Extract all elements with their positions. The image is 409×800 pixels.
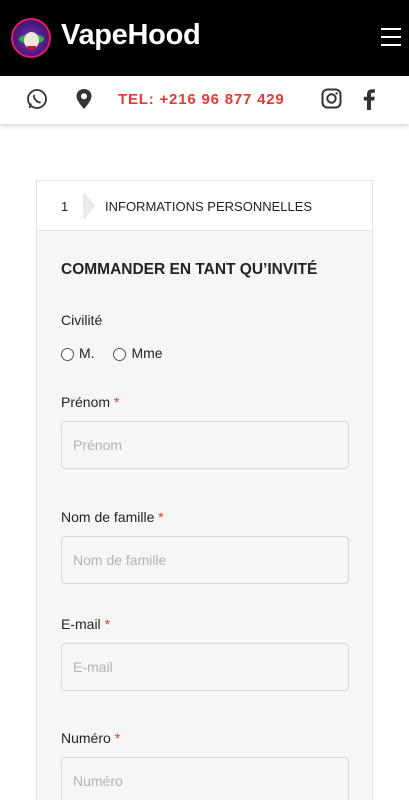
instagram-icon[interactable] <box>321 88 342 114</box>
radio-label-m: M. <box>79 345 95 361</box>
civility-label: Civilité <box>61 312 103 328</box>
step-number: 1 <box>61 199 69 214</box>
radio-circle-icon[interactable] <box>61 347 74 361</box>
last-name-field[interactable] <box>61 536 349 584</box>
whatsapp-icon[interactable] <box>26 88 48 115</box>
joker-logo-icon[interactable] <box>11 18 51 58</box>
location-pin-icon[interactable] <box>75 88 93 115</box>
first-name-label: Prénom * <box>61 394 120 410</box>
radio-circle-icon[interactable] <box>113 347 127 361</box>
checkout-step-header[interactable]: 1 INFORMATIONS PERSONNELLES <box>37 181 372 231</box>
email-label: E-mail * <box>61 616 111 632</box>
civility-radio-group: M. Mme <box>61 345 178 361</box>
top-header: VapeHood <box>0 0 409 76</box>
last-name-label: Nom de famille * <box>61 509 164 525</box>
chevron-right-icon <box>83 192 95 224</box>
first-name-field[interactable] <box>61 421 349 469</box>
phone-field[interactable] <box>61 757 349 800</box>
phone-number-link[interactable]: TEL: +216 96 877 429 <box>118 91 285 108</box>
hamburger-menu-icon[interactable] <box>381 28 401 46</box>
email-field[interactable] <box>61 643 349 691</box>
brand-name[interactable]: VapeHood <box>61 19 201 52</box>
step-title: INFORMATIONS PERSONNELLES <box>105 199 313 214</box>
section-title: COMMANDER EN TANT QU’INVITÉ <box>61 261 318 278</box>
contact-bar: TEL: +216 96 877 429 <box>0 76 409 124</box>
radio-option-mme[interactable]: Mme <box>113 345 163 361</box>
checkout-panel: 1 INFORMATIONS PERSONNELLES COMMANDER EN… <box>36 180 373 800</box>
facebook-icon[interactable] <box>362 88 376 115</box>
phone-label: Numéro * <box>61 730 121 746</box>
radio-option-m[interactable]: M. <box>61 345 95 361</box>
radio-label-mme: Mme <box>131 345 163 361</box>
